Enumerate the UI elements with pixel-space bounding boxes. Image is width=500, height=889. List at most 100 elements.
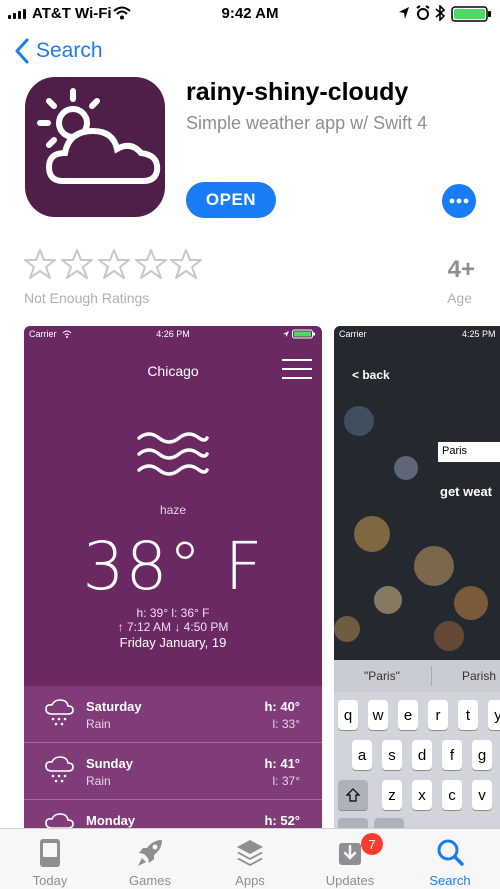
key: c	[442, 780, 462, 810]
key: q	[338, 700, 358, 730]
forecast-low: l: 37°	[272, 774, 300, 788]
rain-cloud-icon	[45, 699, 74, 726]
key: a	[352, 740, 372, 770]
forecast-desc: Rain	[86, 774, 111, 788]
forecast-high: h: 41°	[264, 756, 300, 771]
key: d	[412, 740, 432, 770]
rain-cloud-icon	[45, 756, 74, 783]
tab-label: Today	[32, 873, 68, 888]
suggestion-divider	[431, 666, 432, 686]
key: g	[472, 740, 492, 770]
key: e	[398, 700, 418, 730]
mini-location-icon	[283, 331, 289, 337]
forecast-row: Sunday Rain h: 41° l: 37°	[24, 743, 322, 800]
mini-time: 4:25 PM	[462, 329, 496, 339]
tab-label: Games	[129, 873, 171, 888]
shift-arrow-icon	[346, 788, 360, 802]
ellipsis-icon	[449, 198, 469, 204]
key: v	[472, 780, 492, 810]
forecast-desc: Rain	[86, 717, 111, 731]
tab-bar: Today Games Apps Updates Search	[0, 828, 500, 889]
city-label: Chicago	[147, 363, 199, 379]
keyboard: "Paris" Parish q w e r t y a s d f g h z…	[334, 660, 500, 836]
app-subtitle: Simple weather app w/ Swift 4	[186, 113, 428, 133]
rocket-icon	[138, 840, 162, 866]
temperature-label: 38° F	[82, 528, 264, 605]
forecast-low: l: 33°	[272, 717, 300, 731]
key: r	[428, 700, 448, 730]
get-weather-button: get weat	[440, 484, 493, 499]
age-rating: 4+	[447, 256, 475, 283]
forecast-row: Saturday Rain h: 40° l: 33°	[24, 686, 322, 743]
back-label: Search	[36, 39, 103, 62]
key: w	[368, 700, 388, 730]
battery-icon	[451, 6, 491, 22]
bokeh-light	[374, 586, 402, 614]
forecast-day: Monday	[86, 813, 136, 828]
tab-apps[interactable]: Apps	[200, 829, 300, 889]
tab-label: Apps	[235, 873, 265, 888]
suggestion-bar: "Paris" Parish	[334, 660, 500, 692]
forecast-day: Saturday	[86, 699, 142, 714]
suggestion-item: "Paris"	[364, 669, 400, 683]
back-button[interactable]: Search	[14, 36, 103, 66]
status-bar: AT&T Wi-Fi 9:42 AM	[0, 0, 500, 28]
key: f	[442, 740, 462, 770]
bokeh-light	[344, 406, 374, 436]
bokeh-light	[354, 516, 390, 552]
hamburger-menu-icon	[282, 359, 312, 379]
tab-label: Updates	[325, 873, 375, 888]
more-options-button[interactable]	[442, 184, 476, 218]
key: x	[412, 780, 432, 810]
suggestion-item: Parish	[462, 669, 497, 683]
chevron-left-icon	[15, 38, 29, 64]
mini-time: 4:26 PM	[156, 329, 190, 339]
app-title: rainy-shiny-cloudy	[186, 78, 409, 106]
forecast-high: h: 52°	[264, 813, 300, 828]
location-arrow-icon	[399, 7, 409, 19]
bokeh-light	[414, 546, 454, 586]
today-icon	[40, 839, 60, 867]
key: t	[458, 700, 478, 730]
search-icon	[437, 839, 464, 866]
forecast-high: h: 40°	[264, 699, 300, 714]
shift-key	[338, 780, 368, 810]
bokeh-light	[434, 621, 464, 651]
back-link: < back	[352, 368, 390, 382]
alarm-icon	[416, 5, 430, 20]
haze-icon	[137, 432, 209, 476]
layers-icon	[237, 840, 263, 866]
app-icon	[25, 77, 165, 217]
rating-stars	[24, 248, 202, 282]
bokeh-light	[334, 616, 360, 642]
screenshot-2[interactable]: Carrier 4:25 PM < back Paris get weat "P…	[334, 326, 500, 836]
tab-today[interactable]: Today	[0, 829, 100, 889]
updates-badge: 7	[361, 833, 383, 855]
key: y	[488, 700, 500, 730]
forecast-day: Sunday	[86, 756, 133, 771]
high-low-label: h: 39° l: 36° F	[136, 606, 210, 620]
screenshot-1[interactable]: Carrier 4:26 PM Chicago haze 38° F h: 39…	[24, 326, 322, 836]
sunrise-sunset-label: ↑ 7:12 AM ↓ 4:50 PM	[117, 620, 229, 634]
date-label: Friday January, 19	[119, 635, 227, 650]
mini-battery-icon	[292, 329, 315, 339]
condition-label: haze	[159, 503, 187, 517]
bokeh-light	[454, 586, 488, 620]
open-button[interactable]: OPEN	[186, 182, 276, 218]
forecast-list: Saturday Rain h: 40° l: 33° Sunday Rain …	[24, 686, 322, 836]
key: z	[382, 780, 402, 810]
age-label: Age	[447, 290, 472, 306]
app-store-page: AT&T Wi-Fi 9:42 AM Search rainy-shiny-cl…	[0, 0, 500, 889]
tab-search[interactable]: Search	[400, 829, 500, 889]
tab-updates[interactable]: Updates	[300, 829, 400, 889]
tab-games[interactable]: Games	[100, 829, 200, 889]
sun-cloud-icon	[37, 88, 161, 184]
ratings-label: Not Enough Ratings	[24, 290, 150, 306]
mini-carrier: Carrier	[339, 329, 367, 339]
city-input: Paris	[438, 442, 500, 462]
star-outline-icon	[24, 249, 202, 279]
key: s	[382, 740, 402, 770]
bluetooth-icon	[435, 5, 445, 21]
tab-label: Search	[429, 873, 471, 888]
bokeh-light	[394, 456, 418, 480]
